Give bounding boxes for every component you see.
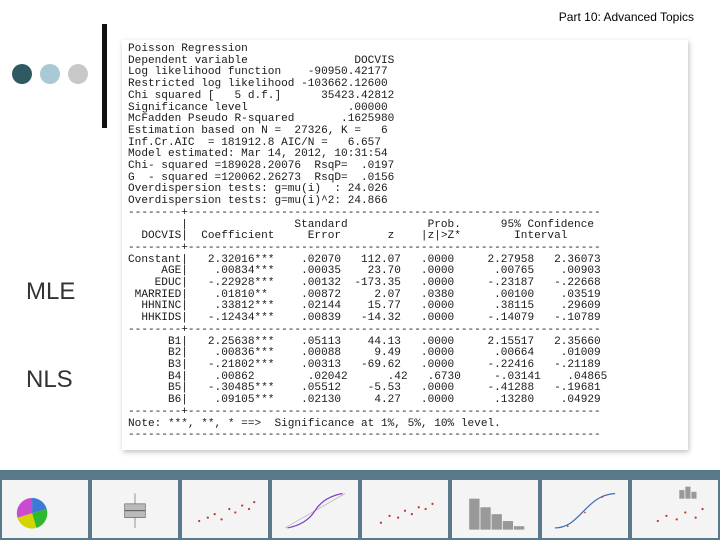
- decorative-dot-dark: [12, 64, 32, 84]
- output-line: Chi squared [ 5 d.f.] 35423.42812: [128, 89, 395, 102]
- thumbnail-scatter-histogram: [632, 480, 718, 538]
- nls-label: NLS: [26, 366, 73, 393]
- regression-output-panel: Poisson Regression Dependent variable DOC…: [122, 40, 688, 450]
- thumbnail-pie-chart: [2, 480, 88, 538]
- thumbnail-scatter-plot-1: [182, 480, 268, 538]
- decorative-dots: [12, 64, 88, 84]
- mle-label: MLE: [26, 278, 76, 305]
- output-line: ----------------------------------------…: [128, 429, 601, 442]
- output-line: Chi- squared =189028.20076 RsqP= .0197: [128, 160, 395, 173]
- accent-bar: [102, 24, 107, 128]
- thumbnail-histogram: [452, 480, 538, 538]
- output-line: EDUC| -.22928*** .00132 -173.35 .0000 -.…: [128, 277, 601, 290]
- thumbnail-logistic-curve: [542, 480, 628, 538]
- output-line: B3| -.21802*** .00313 -69.62 .0000 -.224…: [128, 358, 601, 371]
- output-line: --------+-------------------------------…: [128, 323, 601, 336]
- output-line: Estimation based on N = 27326, K = 6: [128, 124, 388, 137]
- regression-output-text: Poisson Regression Dependent variable DOC…: [122, 40, 688, 442]
- output-line: --------+-------------------------------…: [128, 241, 601, 254]
- thumbnail-scatter-plot-2: [362, 480, 448, 538]
- footer-thumbnail-strip: [0, 470, 720, 540]
- decorative-dot-light: [40, 64, 60, 84]
- thumbnail-box-plot: [92, 480, 178, 538]
- output-line: Poisson Regression: [128, 43, 248, 55]
- slide-title: Part 10: Advanced Topics: [558, 10, 694, 24]
- thumbnail-probability-plot: [272, 480, 358, 538]
- output-line: --------+-------------------------------…: [128, 405, 601, 418]
- output-line: --------+-------------------------------…: [128, 206, 601, 219]
- decorative-dot-grey: [68, 64, 88, 84]
